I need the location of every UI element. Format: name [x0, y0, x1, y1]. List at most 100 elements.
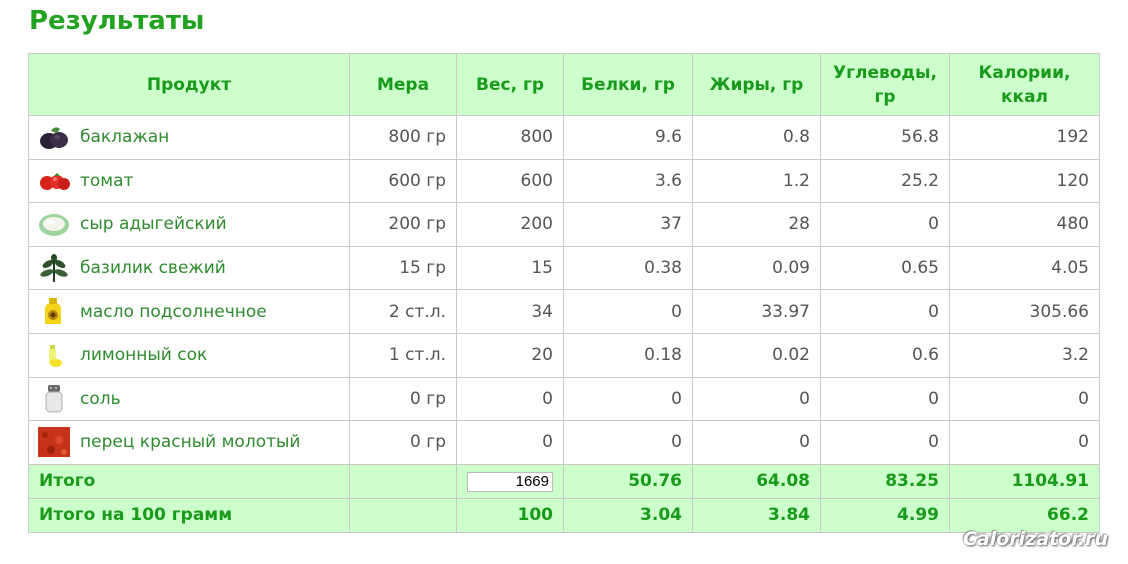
- per-100g-fat: 3.84: [692, 497, 821, 533]
- results-table: Продукт Мера Вес, гр Белки, гр Жиры, гр …: [28, 53, 1100, 533]
- product-name: сыр адыгейский: [80, 214, 227, 235]
- cell-carbs: 0: [820, 289, 950, 334]
- cell-carbs: 0: [820, 202, 950, 247]
- cell-product: перец красный молотый: [28, 420, 350, 465]
- table-row: лимонный сок 1 ст.л. 20 0.18 0.02 0.6 3.2: [28, 332, 1100, 378]
- cell-carbs: 25.2: [820, 158, 950, 204]
- cell-weight: 600: [456, 158, 564, 204]
- total-protein: 50.76: [563, 463, 693, 499]
- product-name: баклажан: [80, 127, 170, 148]
- cell-weight: 0: [456, 376, 564, 422]
- cell-protein: 0: [563, 420, 693, 465]
- table-header-row: Продукт Мера Вес, гр Белки, гр Жиры, гр …: [28, 53, 1100, 116]
- cell-weight: 20: [456, 332, 564, 378]
- per-100g-carbs: 4.99: [820, 497, 950, 533]
- cell-calories: 3.2: [949, 332, 1100, 378]
- table-row: сыр адыгейский 200 гр 200 37 28 0 480: [28, 202, 1100, 247]
- cell-carbs: 0.6: [820, 332, 950, 378]
- cell-calories: 480: [949, 202, 1100, 247]
- sunflower-oil-icon: [37, 296, 71, 328]
- total-carbs: 83.25: [820, 463, 950, 499]
- product-name: масло подсолнечное: [80, 301, 267, 322]
- column-header-product: Продукт: [28, 53, 350, 116]
- total-weight-input[interactable]: [467, 471, 553, 492]
- cell-calories: 192: [949, 115, 1100, 160]
- cell-protein: 0: [563, 376, 693, 422]
- total-calories: 1104.91: [949, 463, 1100, 499]
- per-100g-measure-cell: [349, 497, 457, 533]
- cell-fat: 0.8: [692, 115, 821, 160]
- total-weight-cell: [456, 463, 564, 499]
- per-100g-row: Итого на 100 грамм 100 3.04 3.84 4.99 66…: [28, 497, 1100, 533]
- total-label: Итого: [28, 463, 350, 499]
- total-row: Итого 50.76 64.08 83.25 1104.91: [28, 463, 1100, 499]
- cell-carbs: 0: [820, 376, 950, 422]
- product-name: томат: [80, 170, 134, 191]
- eggplant-icon: [37, 121, 71, 153]
- cell-product: томат: [28, 158, 350, 204]
- column-header-protein: Белки, гр: [563, 53, 693, 116]
- cell-protein: 0: [563, 289, 693, 334]
- cell-measure: 1 ст.л.: [349, 332, 457, 378]
- table-row: масло подсолнечное 2 ст.л. 34 0 33.97 0 305.66: [28, 289, 1100, 334]
- cell-fat: 28: [692, 202, 821, 247]
- table-row: баклажан 800 гр 800 9.6 0.8 56.8 192: [28, 115, 1100, 160]
- cell-fat: 1.2: [692, 158, 821, 204]
- per-100g-label: Итого на 100 грамм: [28, 497, 350, 533]
- cell-weight: 15: [456, 245, 564, 291]
- cell-calories: 120: [949, 158, 1100, 204]
- cell-measure: 200 гр: [349, 202, 457, 247]
- cell-protein: 3.6: [563, 158, 693, 204]
- cell-carbs: 56.8: [820, 115, 950, 160]
- table-row: базилик свежий 15 гр 15 0.38 0.09 0.65 4.05: [28, 245, 1100, 291]
- cheese-icon: [37, 208, 71, 240]
- table-row: перец красный молотый 0 гр 0 0 0 0 0: [28, 420, 1100, 465]
- product-name: соль: [80, 388, 121, 409]
- column-header-carbs: Углеводы, гр: [820, 53, 950, 116]
- cell-calories: 0: [949, 376, 1100, 422]
- lemon-juice-icon: [37, 339, 71, 371]
- cell-product: баклажан: [28, 115, 350, 160]
- cell-measure: 15 гр: [349, 245, 457, 291]
- cell-calories: 0: [949, 420, 1100, 465]
- cell-protein: 0.18: [563, 332, 693, 378]
- cell-product: базилик свежий: [28, 245, 350, 291]
- site-watermark: Calorizator.ru: [962, 528, 1108, 550]
- cell-protein: 9.6: [563, 115, 693, 160]
- cell-fat: 0.09: [692, 245, 821, 291]
- cell-carbs: 0: [820, 420, 950, 465]
- page-title: Результаты: [29, 6, 205, 36]
- cell-measure: 600 гр: [349, 158, 457, 204]
- basil-icon: [37, 252, 71, 284]
- cell-weight: 200: [456, 202, 564, 247]
- column-header-weight: Вес, гр: [456, 53, 564, 116]
- table-row: соль 0 гр 0 0 0 0 0: [28, 376, 1100, 422]
- cell-measure: 800 гр: [349, 115, 457, 160]
- cell-protein: 0.38: [563, 245, 693, 291]
- cell-fat: 0: [692, 420, 821, 465]
- cell-carbs: 0.65: [820, 245, 950, 291]
- cell-product: масло подсолнечное: [28, 289, 350, 334]
- cell-calories: 305.66: [949, 289, 1100, 334]
- cell-calories: 4.05: [949, 245, 1100, 291]
- cell-product: сыр адыгейский: [28, 202, 350, 247]
- cell-protein: 37: [563, 202, 693, 247]
- per-100g-protein: 3.04: [563, 497, 693, 533]
- cell-fat: 0.02: [692, 332, 821, 378]
- cell-fat: 0: [692, 376, 821, 422]
- cell-fat: 33.97: [692, 289, 821, 334]
- red-pepper-icon: [37, 426, 71, 458]
- cell-product: лимонный сок: [28, 332, 350, 378]
- table-row: томат 600 гр 600 3.6 1.2 25.2 120: [28, 158, 1100, 204]
- cell-product: соль: [28, 376, 350, 422]
- per-100g-weight: 100: [456, 497, 564, 533]
- cell-measure: 2 ст.л.: [349, 289, 457, 334]
- product-name: базилик свежий: [80, 258, 226, 279]
- salt-icon: [37, 383, 71, 415]
- total-measure-cell: [349, 463, 457, 499]
- cell-weight: 800: [456, 115, 564, 160]
- column-header-measure: Мера: [349, 53, 457, 116]
- cell-measure: 0 гр: [349, 420, 457, 465]
- product-name: перец красный молотый: [80, 432, 301, 453]
- cell-measure: 0 гр: [349, 376, 457, 422]
